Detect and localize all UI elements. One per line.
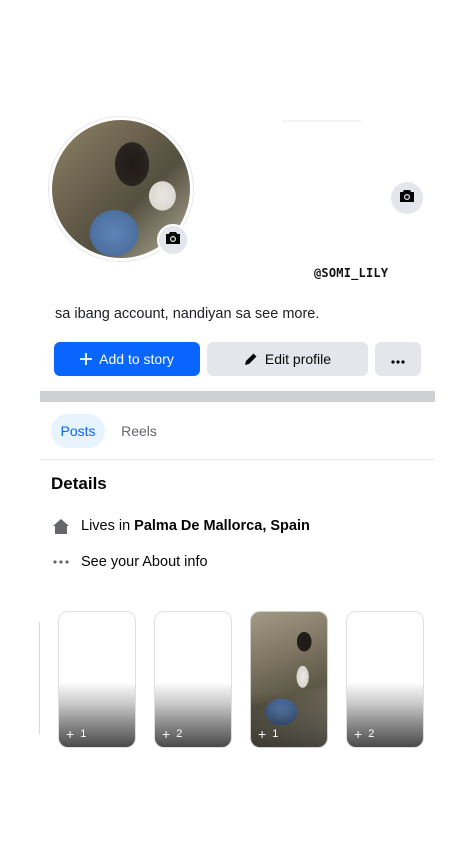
story-card[interactable]: +2 [154,611,232,748]
avatar-camera-button[interactable] [157,224,189,256]
carousel-edge [39,622,40,734]
plus-icon: + [354,726,363,742]
cover-camera-button[interactable] [391,182,423,214]
about-info-label: See your About info [81,554,208,570]
detail-about-link[interactable]: See your About info [51,552,208,572]
lives-in-place: Palma De Mallorca, Spain [134,518,310,534]
more-options-button[interactable] [375,342,421,376]
story-card[interactable]: +2 [346,611,424,748]
plus-icon: + [258,726,267,742]
plus-icon: + [162,726,171,742]
plus-icon [80,353,93,365]
tab-posts[interactable]: Posts [51,414,105,448]
add-to-story-button[interactable]: Add to story [54,342,200,376]
details-heading: Details [51,474,107,493]
home-icon [51,516,71,536]
pencil-icon [244,352,258,366]
add-to-story-label: Add to story [99,351,174,367]
story-card-count: 1 [80,728,87,740]
section-divider [40,391,435,402]
story-card-count: 2 [368,728,375,740]
plus-icon: + [66,726,75,742]
profile-bio: sa ibang account, nandiyan sa see more. [55,306,320,322]
lives-in-prefix: Lives in [81,518,131,534]
story-card-count: 2 [176,728,183,740]
cover-photo-edge [282,120,362,122]
detail-lives-in: Lives in Palma De Mallorca, Spain [51,516,310,536]
edit-profile-button[interactable]: Edit profile [207,342,368,376]
profile-picture-container[interactable] [49,117,193,261]
story-card-photo[interactable]: +1 [250,611,328,748]
story-card-count: 1 [272,728,279,740]
edit-profile-label: Edit profile [264,351,332,367]
camera-icon [399,189,415,208]
more-horizontal-icon [51,552,71,572]
more-horizontal-icon [391,351,405,367]
camera-icon [165,231,181,250]
tab-reels[interactable]: Reels [113,414,165,448]
story-card[interactable]: +1 [58,611,136,748]
tabs-separator [40,459,435,460]
username-text: @SOMI_LILY [314,266,389,280]
